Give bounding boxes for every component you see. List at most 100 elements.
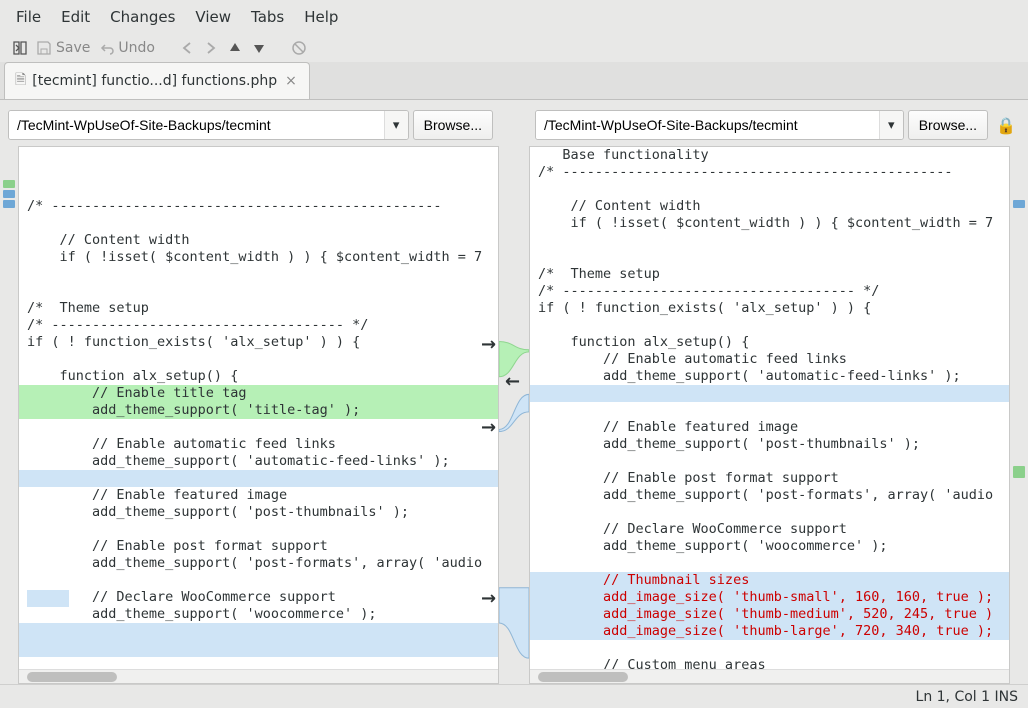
code-line[interactable]: /* ------------------------------------ … <box>19 317 498 334</box>
code-line[interactable]: /* -------------------------------------… <box>19 198 498 215</box>
code-line[interactable]: add_theme_support( 'post-formats', array… <box>19 555 498 572</box>
left-overview-gutter[interactable] <box>0 146 18 684</box>
code-line[interactable] <box>19 419 498 436</box>
code-line[interactable]: add_theme_support( 'post-thumbnails' ); <box>19 504 498 521</box>
code-line[interactable]: add_theme_support( 'post-thumbnails' ); <box>530 436 1009 453</box>
code-line[interactable]: // Custom menu areas <box>530 657 1009 669</box>
code-line[interactable]: // Content width <box>530 198 1009 215</box>
code-line[interactable]: // Enable featured image <box>530 419 1009 436</box>
code-line[interactable] <box>530 181 1009 198</box>
code-line[interactable]: // Enable featured image <box>19 487 498 504</box>
code-line[interactable] <box>530 555 1009 572</box>
code-line[interactable]: if ( ! function_exists( 'alx_setup' ) ) … <box>19 334 498 351</box>
code-line[interactable] <box>19 266 498 283</box>
push-left-icon[interactable] <box>179 40 195 56</box>
left-path-combo[interactable]: ▾ <box>8 110 409 140</box>
left-code[interactable]: /* -------------------------------------… <box>19 147 498 669</box>
push-right-icon[interactable] <box>203 40 219 56</box>
menu-edit[interactable]: Edit <box>51 4 100 30</box>
right-hscrollbar[interactable] <box>530 669 1009 683</box>
tab-functions-php[interactable]: 🗎 [tecmint] functio...d] functions.php × <box>4 62 310 99</box>
code-line[interactable]: function alx_setup() { <box>530 334 1009 351</box>
code-line[interactable]: add_theme_support( 'automatic-feed-links… <box>19 453 498 470</box>
undo-button[interactable]: Undo <box>98 40 155 56</box>
code-line[interactable]: add_theme_support( 'automatic-feed-links… <box>530 368 1009 385</box>
code-line[interactable] <box>530 317 1009 334</box>
code-line[interactable]: if ( !isset( $content_width ) ) { $conte… <box>530 215 1009 232</box>
code-line[interactable] <box>19 640 498 657</box>
left-pane[interactable]: /* -------------------------------------… <box>18 146 499 684</box>
code-line[interactable] <box>530 453 1009 470</box>
lock-icon[interactable]: 🔒 <box>992 116 1020 135</box>
code-line[interactable] <box>19 657 498 669</box>
code-line[interactable] <box>19 351 498 368</box>
right-browse-button[interactable]: Browse... <box>908 110 988 140</box>
code-line[interactable]: Base functionality <box>530 147 1009 164</box>
code-line[interactable]: // Thumbnail sizes <box>530 572 1009 589</box>
next-diff-icon[interactable] <box>251 40 267 56</box>
code-line[interactable] <box>530 385 1009 402</box>
compare-icon[interactable] <box>12 40 28 56</box>
menubar: File Edit Changes View Tabs Help <box>0 0 1028 34</box>
code-line[interactable] <box>19 572 498 589</box>
save-button[interactable]: Save <box>36 40 90 56</box>
code-line[interactable] <box>530 504 1009 521</box>
merge-right-arrow[interactable]: → <box>481 417 496 438</box>
menu-changes[interactable]: Changes <box>100 4 185 30</box>
right-code[interactable]: Base functionality/* -------------------… <box>530 147 1009 669</box>
close-icon[interactable]: × <box>283 73 299 89</box>
merge-left-arrow[interactable]: ← <box>505 371 520 392</box>
code-line[interactable] <box>19 521 498 538</box>
code-line[interactable]: /* Theme setup <box>530 266 1009 283</box>
menu-file[interactable]: File <box>6 4 51 30</box>
code-line[interactable]: /* Theme setup <box>19 300 498 317</box>
right-path-combo[interactable]: ▾ <box>535 110 904 140</box>
code-line[interactable]: if ( ! function_exists( 'alx_setup' ) ) … <box>530 300 1009 317</box>
right-path-input[interactable] <box>536 111 879 139</box>
left-browse-button[interactable]: Browse... <box>413 110 493 140</box>
code-line[interactable]: add_image_size( 'thumb-large', 720, 340,… <box>530 623 1009 640</box>
code-line[interactable]: function alx_setup() { <box>19 368 498 385</box>
menu-help[interactable]: Help <box>294 4 348 30</box>
code-line[interactable]: // Declare WooCommerce support <box>19 589 498 606</box>
code-line[interactable]: // Enable post format support <box>530 470 1009 487</box>
code-line[interactable] <box>19 215 498 232</box>
code-line[interactable]: // Declare WooCommerce support <box>530 521 1009 538</box>
code-line[interactable]: /* -------------------------------------… <box>530 164 1009 181</box>
code-line[interactable] <box>530 249 1009 266</box>
left-path-input[interactable] <box>9 111 384 139</box>
menu-tabs[interactable]: Tabs <box>241 4 294 30</box>
code-line[interactable] <box>19 470 498 487</box>
code-line[interactable] <box>19 623 498 640</box>
code-line[interactable]: add_theme_support( 'post-formats', array… <box>530 487 1009 504</box>
code-line[interactable]: // Enable post format support <box>19 538 498 555</box>
code-line[interactable]: /* ------------------------------------ … <box>530 283 1009 300</box>
code-line[interactable]: add_theme_support( 'woocommerce' ); <box>19 606 498 623</box>
code-line[interactable]: // Enable automatic feed links <box>19 436 498 453</box>
left-hscrollbar[interactable] <box>19 669 498 683</box>
code-line[interactable] <box>530 232 1009 249</box>
code-line[interactable]: // Content width <box>19 232 498 249</box>
right-overview-gutter[interactable] <box>1010 146 1028 684</box>
chevron-down-icon[interactable]: ▾ <box>879 111 903 139</box>
code-line[interactable]: if ( !isset( $content_width ) ) { $conte… <box>19 249 498 266</box>
merge-right-arrow[interactable]: → <box>481 588 496 609</box>
code-line[interactable]: add_theme_support( 'title-tag' ); <box>19 402 498 419</box>
code-line[interactable]: // Enable automatic feed links <box>530 351 1009 368</box>
stop-icon[interactable] <box>291 40 307 56</box>
tabbar: 🗎 [tecmint] functio...d] functions.php × <box>0 62 1028 100</box>
code-line[interactable] <box>530 402 1009 419</box>
code-line[interactable] <box>19 283 498 300</box>
diff-linkmap: → ← → → <box>499 146 529 684</box>
code-line[interactable]: add_image_size( 'thumb-small', 160, 160,… <box>530 589 1009 606</box>
code-line[interactable]: add_image_size( 'thumb-medium', 520, 245… <box>530 606 1009 623</box>
diff-area: /* -------------------------------------… <box>0 146 1028 684</box>
menu-view[interactable]: View <box>185 4 241 30</box>
code-line[interactable]: add_theme_support( 'woocommerce' ); <box>530 538 1009 555</box>
chevron-down-icon[interactable]: ▾ <box>384 111 408 139</box>
right-pane[interactable]: Base functionality/* -------------------… <box>529 146 1010 684</box>
merge-right-arrow[interactable]: → <box>481 334 496 355</box>
code-line[interactable]: // Enable title tag <box>19 385 498 402</box>
prev-diff-icon[interactable] <box>227 40 243 56</box>
code-line[interactable] <box>530 640 1009 657</box>
